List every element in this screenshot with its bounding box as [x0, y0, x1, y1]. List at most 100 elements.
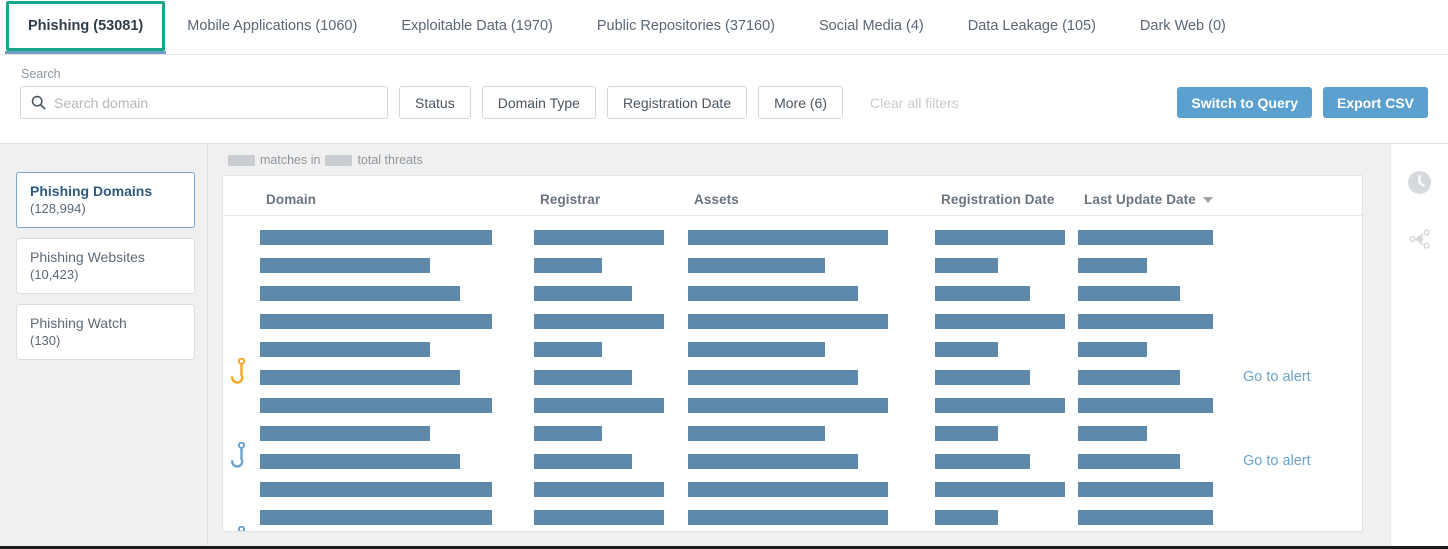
matches-count-placeholder [228, 155, 255, 166]
table-row[interactable]: Go to alert [223, 447, 1362, 475]
filter-row: Status Domain Type Registration Date More (… [20, 86, 1428, 119]
sidebar-item-phishing-domains[interactable]: Phishing Domains(128,994) [16, 172, 195, 228]
table-row[interactable] [223, 307, 1362, 335]
skeleton-bar-last-update-date [1078, 398, 1213, 413]
sidebar-item-label: Phishing Watch [30, 314, 181, 332]
table-row[interactable] [223, 223, 1362, 251]
tab-label: Public Repositories (37160) [597, 18, 775, 34]
sidebar-item-phishing-websites[interactable]: Phishing Websites(10,423) [16, 238, 195, 294]
column-header-label: Last Update Date [1084, 192, 1196, 207]
skeleton-bar-domain [260, 286, 460, 301]
legend-matches-label: matches in [260, 153, 320, 167]
phishing-hook-icon [231, 442, 249, 477]
tab-label: Mobile Applications (1060) [187, 18, 357, 34]
skeleton-bar-registrar [534, 398, 664, 413]
column-header-last-update-date[interactable]: Last Update Date [1084, 192, 1213, 207]
tab-public-repositories[interactable]: Public Repositories (37160) [575, 1, 797, 51]
column-header-assets[interactable]: Assets [694, 192, 739, 207]
skeleton-bar-registrar [534, 286, 632, 301]
skeleton-bar-last-update-date [1078, 454, 1180, 469]
skeleton-bar-last-update-date [1078, 314, 1213, 329]
filter-more-button[interactable]: More (6) [758, 86, 843, 119]
history-icon[interactable] [1407, 170, 1432, 200]
sidebar-item-phishing-watch[interactable]: Phishing Watch(130) [16, 304, 195, 360]
tab-label: Phishing (53081) [28, 18, 143, 34]
tab-label: Exploitable Data (1970) [401, 18, 553, 34]
skeleton-bar-last-update-date [1078, 426, 1147, 441]
tab-social-media[interactable]: Social Media (4) [797, 1, 946, 51]
skeleton-bar-registration-date [935, 426, 998, 441]
skeleton-bar-assets [688, 398, 888, 413]
column-header-domain[interactable]: Domain [266, 192, 316, 207]
search-input-wrapper[interactable] [20, 86, 388, 119]
skeleton-bar-assets [688, 230, 888, 245]
skeleton-bar-domain [260, 398, 492, 413]
table-row[interactable]: Go to alert [223, 363, 1362, 391]
skeleton-bar-assets [688, 510, 888, 525]
column-header-label: Domain [266, 192, 316, 207]
skeleton-bar-domain [260, 426, 430, 441]
skeleton-bar-registrar [534, 482, 664, 497]
sort-descending-icon[interactable] [1203, 197, 1213, 203]
sidebar-item-count: (10,423) [30, 266, 181, 283]
skeleton-bar-domain [260, 510, 492, 525]
go-to-alert-link[interactable]: Go to alert [1243, 369, 1311, 385]
table-row[interactable] [223, 475, 1362, 503]
skeleton-bar-registrar [534, 454, 632, 469]
skeleton-bar-assets [688, 286, 858, 301]
table-row[interactable] [223, 419, 1362, 447]
table-row[interactable] [223, 391, 1362, 419]
export-csv-button[interactable]: Export CSV [1323, 87, 1428, 118]
switch-to-query-button[interactable]: Switch to Query [1177, 87, 1312, 118]
sidebar-item-label: Phishing Domains [30, 182, 181, 200]
table-row[interactable] [223, 335, 1362, 363]
table-row[interactable] [223, 503, 1362, 531]
results-main: matches in total threats Domain Registrar… [208, 144, 1390, 546]
skeleton-bar-domain [260, 230, 492, 245]
skeleton-bar-assets [688, 482, 888, 497]
results-table-card: Domain Registrar Assets Registration Date La… [222, 175, 1363, 532]
tab-data-leakage[interactable]: Data Leakage (105) [946, 1, 1118, 51]
table-header-row: Domain Registrar Assets Registration Date La… [223, 176, 1362, 216]
share-nodes-icon[interactable] [1407, 226, 1433, 257]
skeleton-bar-assets [688, 314, 888, 329]
skeleton-bar-assets [688, 454, 858, 469]
category-sidebar: Phishing Domains(128,994) Phishing Websit… [0, 144, 208, 546]
tab-mobile-applications[interactable]: Mobile Applications (1060) [165, 1, 379, 51]
skeleton-bar-registration-date [935, 342, 998, 357]
column-header-registrar[interactable]: Registrar [540, 192, 600, 207]
skeleton-bar-registrar [534, 230, 664, 245]
table-row[interactable]: Go to alert [223, 531, 1362, 532]
tab-dark-web[interactable]: Dark Web (0) [1118, 1, 1248, 51]
skeleton-bar-registration-date [935, 286, 1030, 301]
skeleton-bar-assets [688, 342, 825, 357]
filter-status-button[interactable]: Status [399, 86, 471, 119]
tab-label: Data Leakage (105) [968, 18, 1096, 34]
column-header-label: Assets [694, 192, 739, 207]
filter-domain-type-button[interactable]: Domain Type [482, 86, 596, 119]
tab-phishing[interactable]: Phishing (53081) [6, 1, 165, 51]
go-to-alert-link[interactable]: Go to alert [1243, 453, 1311, 469]
skeleton-bar-registration-date [935, 510, 998, 525]
total-count-placeholder [325, 155, 352, 166]
skeleton-bar-last-update-date [1078, 342, 1147, 357]
sidebar-item-label: Phishing Websites [30, 248, 181, 266]
filter-registration-date-button[interactable]: Registration Date [607, 86, 747, 119]
table-row[interactable] [223, 279, 1362, 307]
filter-toolbar: Search StatusDomain TypeRegistration Dat… [0, 55, 1448, 144]
skeleton-bar-domain [260, 370, 460, 385]
skeleton-bar-assets [688, 370, 858, 385]
legend-total-label: total threats [357, 153, 422, 167]
table-row[interactable] [223, 251, 1362, 279]
skeleton-bar-registration-date [935, 314, 1065, 329]
skeleton-bar-registrar [534, 510, 664, 525]
skeleton-bar-domain [260, 258, 430, 273]
skeleton-bar-last-update-date [1078, 286, 1180, 301]
skeleton-bar-domain [260, 454, 460, 469]
search-input[interactable] [54, 95, 377, 111]
column-header-registration-date[interactable]: Registration Date [941, 192, 1054, 207]
tab-exploitable-data[interactable]: Exploitable Data (1970) [379, 1, 575, 51]
skeleton-bar-domain [260, 342, 430, 357]
skeleton-bar-registrar [534, 258, 602, 273]
tab-label: Dark Web (0) [1140, 18, 1226, 34]
